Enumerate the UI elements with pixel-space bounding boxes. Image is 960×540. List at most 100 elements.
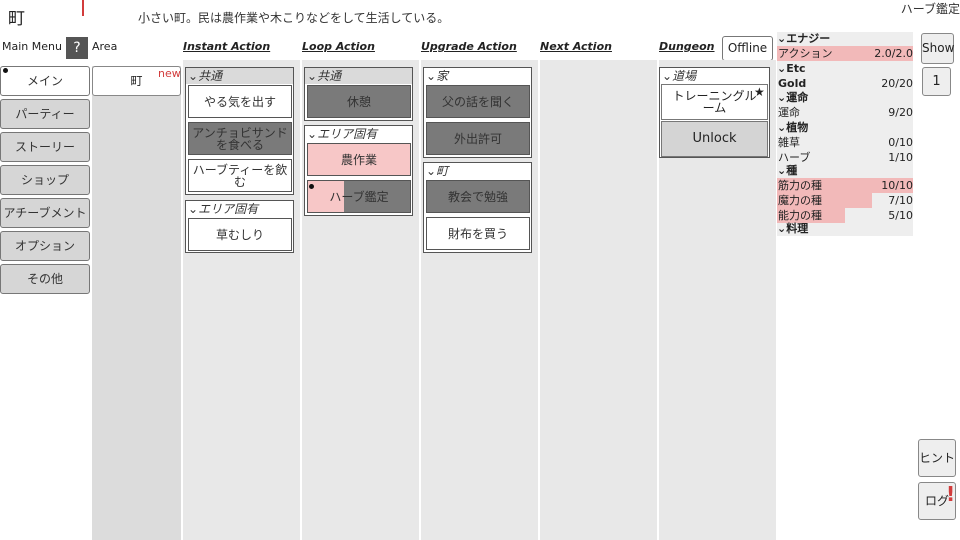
resource-label: アクション (778, 47, 833, 60)
chevron-down-icon: ⌄ (426, 69, 437, 83)
menu-shop[interactable]: ショップ (0, 165, 90, 195)
chevron-down-icon: ⌄ (777, 121, 787, 134)
chevron-down-icon: ⌄ (777, 62, 787, 75)
menu-main-dot-icon (3, 68, 8, 73)
dungeon-training-room[interactable]: トレーニングルーム (661, 84, 768, 120)
instant-common-group: ⌄共通 やる気を出す アンチョビサンドを食べる ハーブティーを飲む (185, 67, 294, 195)
training-room-label: トレーニングルーム (672, 89, 757, 115)
plant-section-header[interactable]: ⌄植物 (777, 121, 808, 135)
fortune-section-header[interactable]: ⌄運命 (777, 91, 808, 105)
offline-button[interactable]: Offline (722, 36, 773, 61)
chevron-down-icon: ⌄ (777, 164, 787, 177)
menu-party[interactable]: パーティー (0, 99, 90, 129)
resource-fortune: 運命 9/20 (777, 105, 913, 120)
chevron-down-icon: ⌄ (188, 202, 199, 216)
chevron-down-icon: ⌄ (662, 69, 673, 83)
action-label: ハーブ鑑定 (329, 189, 389, 204)
etc-section-header[interactable]: ⌄Etc (777, 62, 806, 76)
resource-label: 魔力の種 (778, 194, 822, 207)
seed-section-header[interactable]: ⌄種 (777, 164, 797, 178)
resource-value: 20/20 (881, 77, 913, 90)
resource-value: 5/10 (888, 209, 913, 222)
title-marker (82, 0, 84, 16)
resource-label: ハーブ (778, 151, 811, 164)
resource-panel: ⌄エナジー アクション 2.0/2.0 ⌄Etc Gold 20/20 ⌄運命 … (777, 32, 913, 236)
energy-section-header[interactable]: ⌄エナジー (777, 32, 830, 46)
upgrade-action-heading: Upgrade Action (421, 40, 517, 53)
resource-value: 0/10 (888, 136, 913, 149)
current-action-label: ハーブ鑑定 (900, 2, 960, 16)
group-header[interactable]: ⌄共通 (186, 68, 293, 84)
unlock-button[interactable]: Unlock (661, 121, 768, 157)
action-go-out-permit[interactable]: 外出許可 (426, 122, 530, 155)
resource-strength-seed: 筋力の種 10/10 (777, 178, 913, 193)
help-button[interactable]: ? (66, 37, 88, 59)
action-listen-father[interactable]: 父の話を聞く (426, 85, 530, 118)
resource-label: 雑草 (778, 136, 800, 149)
log-alert-icon: ! (946, 482, 956, 506)
area-heading: Area (92, 40, 118, 53)
action-herb-appraisal[interactable]: ハーブ鑑定 (307, 180, 411, 213)
resource-label: 運命 (778, 106, 800, 119)
loop-common-group: ⌄共通 休憩 (304, 67, 413, 121)
dungeon-heading: Dungeon (659, 40, 715, 53)
group-header[interactable]: ⌄家 (424, 68, 531, 84)
resource-gold: Gold 20/20 (777, 76, 913, 91)
action-motivate[interactable]: やる気を出す (188, 85, 292, 118)
action-buy-wallet[interactable]: 財布を買う (426, 217, 530, 250)
hint-button[interactable]: ヒント (918, 439, 956, 477)
area-column (92, 66, 181, 540)
loop-action-heading: Loop Action (302, 40, 375, 53)
resource-value: 9/20 (888, 106, 913, 119)
action-church-study[interactable]: 教会で勉強 (426, 180, 530, 213)
resource-ability-seed: 能力の種 5/10 (777, 208, 913, 223)
cooking-section-header[interactable]: ⌄料理 (777, 222, 808, 236)
resource-weeds: 雑草 0/10 (777, 135, 913, 150)
action-farming[interactable]: 農作業 (307, 143, 411, 176)
group-header[interactable]: ⌄町 (424, 163, 531, 179)
upgrade-home-group: ⌄家 父の話を聞く 外出許可 (423, 67, 532, 158)
menu-options[interactable]: オプション (0, 231, 90, 261)
next-action-heading: Next Action (540, 40, 612, 53)
resource-label: 能力の種 (778, 209, 822, 222)
resource-magic-seed: 魔力の種 7/10 (777, 193, 913, 208)
resource-herb: ハーブ 1/10 (777, 150, 913, 165)
resource-value: 1/10 (888, 151, 913, 164)
group-header[interactable]: ⌄共通 (305, 68, 412, 84)
count-button[interactable]: 1 (922, 67, 951, 96)
action-weeding[interactable]: 草むしり (188, 218, 292, 251)
resource-value: 2.0/2.0 (874, 47, 913, 60)
chevron-down-icon: ⌄ (188, 69, 199, 83)
action-herb-tea[interactable]: ハーブティーを飲む (188, 159, 292, 192)
menu-achievement[interactable]: アチーブメント (0, 198, 90, 228)
area-title: 町 (8, 9, 25, 29)
new-badge: new (158, 67, 181, 80)
instant-action-heading: Instant Action (183, 40, 271, 53)
loop-area-group: ⌄エリア固有 農作業 ハーブ鑑定 (304, 125, 413, 216)
menu-story[interactable]: ストーリー (0, 132, 90, 162)
chevron-down-icon: ⌄ (777, 222, 787, 235)
instant-area-group: ⌄エリア固有 草むしり (185, 200, 294, 253)
resource-value: 10/10 (881, 179, 913, 192)
area-description: 小さい町。民は農作業や木こりなどをして生活している。 (138, 11, 450, 25)
chevron-down-icon: ⌄ (777, 91, 787, 104)
action-anchovy-sandwich[interactable]: アンチョビサンドを食べる (188, 122, 292, 155)
group-header[interactable]: ⌄エリア固有 (186, 201, 293, 217)
resource-action: アクション 2.0/2.0 (777, 46, 913, 61)
action-rest[interactable]: 休憩 (307, 85, 411, 118)
show-button[interactable]: Show (921, 33, 954, 64)
menu-main[interactable]: メイン (0, 66, 90, 96)
upgrade-town-group: ⌄町 教会で勉強 財布を買う (423, 162, 532, 253)
next-action-column (540, 60, 657, 540)
active-dot-icon (309, 184, 314, 189)
resource-label: 筋力の種 (778, 179, 822, 192)
chevron-down-icon: ⌄ (307, 127, 318, 141)
chevron-down-icon: ⌄ (307, 69, 318, 83)
resource-label: Gold (778, 77, 807, 90)
chevron-down-icon: ⌄ (426, 164, 437, 178)
group-header[interactable]: ⌄エリア固有 (305, 126, 412, 142)
menu-other[interactable]: その他 (0, 264, 90, 294)
resource-value: 7/10 (888, 194, 913, 207)
group-header[interactable]: ⌄道場 (660, 68, 769, 84)
star-icon: ★ (754, 85, 765, 99)
